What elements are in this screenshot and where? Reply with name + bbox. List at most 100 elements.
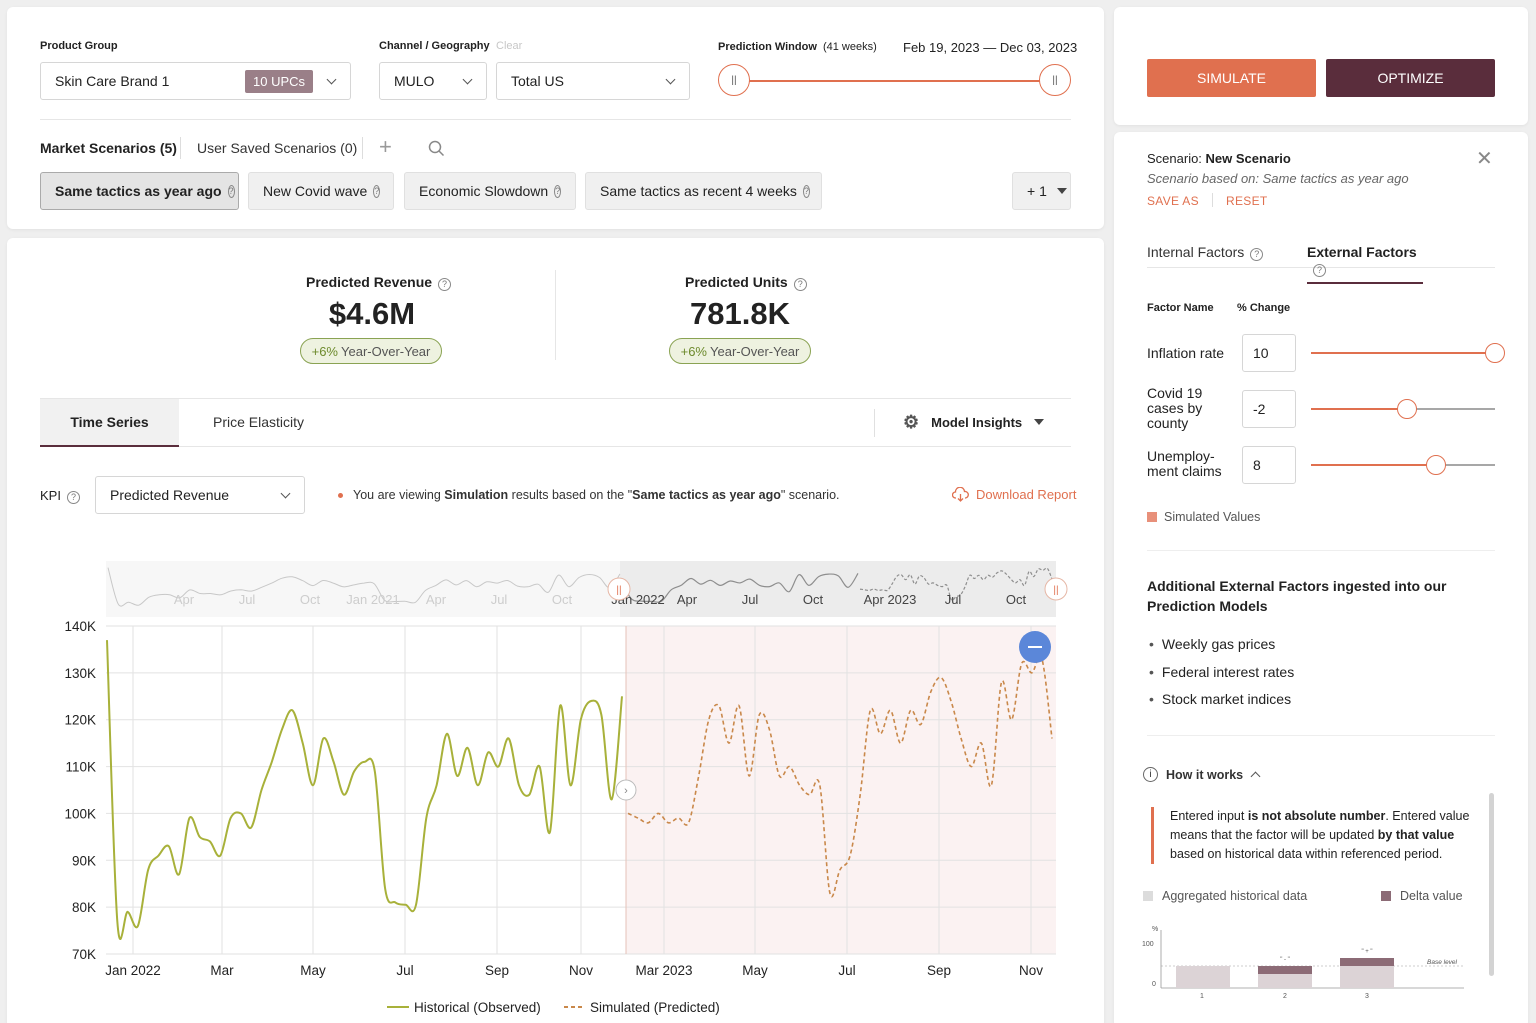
legend-swatch xyxy=(1147,512,1157,522)
factor-name: Inflation rate xyxy=(1147,345,1225,361)
y-tick-label: 110K xyxy=(65,760,96,775)
tab-external-factors[interactable]: External Factors? xyxy=(1307,244,1423,284)
reset-link[interactable]: RESET xyxy=(1226,194,1268,208)
x-tick-label: Jan 2022 xyxy=(105,963,161,978)
factor-name: Covid 19 cases by county xyxy=(1147,385,1203,431)
navigator-selected-range[interactable] xyxy=(620,561,1056,617)
factor-name-header: Factor Name xyxy=(1147,302,1214,314)
y-tick-label: 130K xyxy=(64,666,96,681)
simulated-region xyxy=(626,626,1056,954)
list-item: Federal interest rates xyxy=(1149,664,1294,680)
mini-bar-3-delta xyxy=(1340,958,1394,966)
y-tick-label: 120K xyxy=(64,713,96,728)
y-tick-label: 100K xyxy=(64,806,96,821)
x-tick-label: Sep xyxy=(485,963,509,978)
list-item: Stock market indices xyxy=(1149,691,1291,707)
x-tick-label: Jul xyxy=(838,963,855,978)
simulated-values-legend: Simulated Values xyxy=(1147,510,1260,524)
aggregated-legend: Aggregated historical data xyxy=(1143,889,1307,903)
slider-fill xyxy=(1311,408,1407,410)
how-it-works-toggle[interactable]: i How it works xyxy=(1143,767,1261,782)
save-as-link[interactable]: SAVE AS xyxy=(1147,194,1199,208)
covid-cases-slider[interactable] xyxy=(1396,399,1417,419)
navigator-tick-label: Jul xyxy=(239,592,256,607)
navigator-tick-label: Apr xyxy=(677,592,698,607)
mini-bar-1 xyxy=(1176,966,1230,988)
x-tick-label: Nov xyxy=(1019,963,1043,978)
section-divider xyxy=(1147,735,1495,736)
navigator-left-handle[interactable]: || xyxy=(607,577,631,601)
covid-cases-input[interactable]: -2 xyxy=(1242,390,1296,428)
y-tick-label: 80K xyxy=(72,900,96,915)
legend-historical-label: Historical (Observed) xyxy=(414,1000,541,1015)
svg-text:›: › xyxy=(624,785,628,797)
expand-arrow-button[interactable]: › xyxy=(615,779,637,801)
svg-text:||: || xyxy=(1053,585,1058,596)
section-divider xyxy=(1147,550,1495,551)
x-tick-label: Jul xyxy=(396,963,413,978)
slider-fill xyxy=(1311,352,1495,354)
mini-bar-label: " + " xyxy=(1361,949,1372,955)
mini-y-tick: 0 xyxy=(1152,981,1156,988)
mini-y-label: % xyxy=(1152,926,1158,933)
navigator-tick-label: Jul xyxy=(742,592,759,607)
mini-bar-3 xyxy=(1340,966,1394,988)
navigator-tick-label: Apr xyxy=(426,592,447,607)
info-icon: i xyxy=(1143,767,1158,782)
optimize-button[interactable]: OPTIMIZE xyxy=(1326,59,1495,97)
mini-bar-2 xyxy=(1258,974,1312,988)
list-item: Weekly gas prices xyxy=(1149,636,1275,652)
slider-fill xyxy=(1311,464,1437,466)
scenario-based-on: Scenario based on: Same tactics as year … xyxy=(1147,171,1409,186)
delta-legend: Delta value xyxy=(1381,889,1463,903)
help-icon: ? xyxy=(1250,247,1264,261)
zoom-out-button[interactable] xyxy=(1019,631,1051,663)
navigator-tick-label: Apr 2023 xyxy=(864,592,917,607)
change-header: % Change xyxy=(1237,302,1291,314)
factor-name: Unemploy-ment claims xyxy=(1147,448,1222,479)
tab-internal-factors[interactable]: Internal Factors? xyxy=(1147,244,1264,261)
navigator-tick-label: Apr xyxy=(174,592,195,607)
y-tick-label: 140K xyxy=(64,619,96,634)
unemployment-claims-slider[interactable] xyxy=(1426,455,1447,475)
legend-simulated-label: Simulated (Predicted) xyxy=(590,1000,720,1015)
legend-swatch xyxy=(1143,891,1153,901)
svg-text:||: || xyxy=(616,585,621,596)
how-it-works-mini-chart: % 100 0 " - " " + " Base level 1 2 3 xyxy=(1142,926,1464,1000)
scenario-title: Scenario: New Scenario xyxy=(1147,151,1291,166)
legend-swatch xyxy=(1381,891,1391,901)
navigator-tick-label: Oct xyxy=(552,592,573,607)
mini-bar-2-delta xyxy=(1258,966,1312,974)
mini-y-tick: 100 xyxy=(1142,941,1154,948)
y-tick-label: 70K xyxy=(72,947,96,962)
mini-bar-label: " - " xyxy=(1280,957,1290,963)
navigator-tick-label: Oct xyxy=(1006,592,1027,607)
close-icon[interactable]: ✕ xyxy=(1476,146,1493,171)
scrollbar[interactable] xyxy=(1489,793,1494,976)
mini-x-tick: 3 xyxy=(1365,993,1369,1000)
navigator-tick-label: Oct xyxy=(803,592,824,607)
chevron-up-icon xyxy=(1250,771,1261,782)
historical-series-line xyxy=(106,640,623,940)
mini-x-tick: 2 xyxy=(1283,993,1287,1000)
x-tick-label: Mar 2023 xyxy=(635,963,692,978)
inflation-rate-input[interactable]: 10 xyxy=(1242,334,1296,372)
inflation-rate-slider[interactable] xyxy=(1485,343,1505,363)
x-tick-label: May xyxy=(742,963,768,978)
navigator-tick-label: Jan 2021 xyxy=(346,592,400,607)
mini-x-tick: 1 xyxy=(1200,993,1204,1000)
navigator-tick-label: Oct xyxy=(300,592,321,607)
time-series-chart[interactable]: Apr Jul Oct Jan 2021 Apr Jul Oct Jan 2022 Apr Jul… xyxy=(0,0,1104,1023)
x-tick-label: Sep xyxy=(927,963,951,978)
link-divider xyxy=(1212,193,1213,207)
navigator-tick-label: Jul xyxy=(491,592,508,607)
help-icon: ? xyxy=(1313,263,1326,277)
mini-base-label: Base level xyxy=(1427,959,1458,966)
x-tick-label: May xyxy=(300,963,326,978)
navigator-right-handle[interactable]: || xyxy=(1044,577,1068,601)
unemployment-claims-input[interactable]: 8 xyxy=(1242,446,1296,484)
simulate-button[interactable]: SIMULATE xyxy=(1147,59,1316,97)
x-tick-label: Nov xyxy=(569,963,593,978)
additional-factors-title: Additional External Factors ingested int… xyxy=(1147,578,1447,614)
x-tick-label: Mar xyxy=(210,963,234,978)
